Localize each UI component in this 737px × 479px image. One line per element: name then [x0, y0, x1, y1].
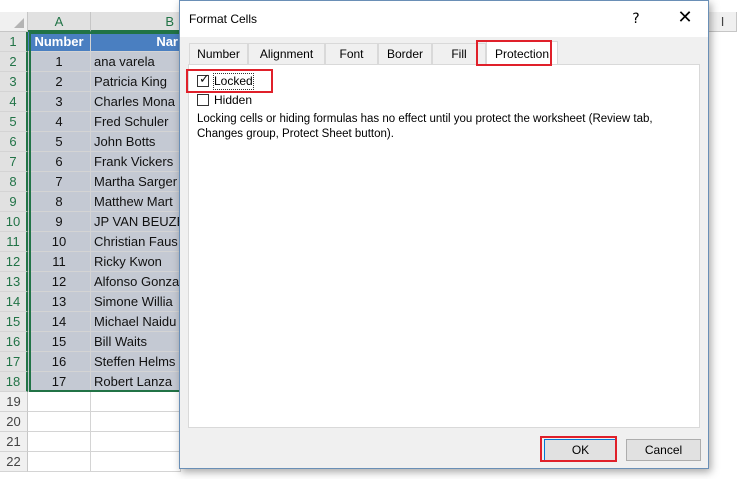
row-header[interactable]: 11 [0, 232, 28, 252]
header-cell-number[interactable]: Number [28, 32, 91, 52]
table-cell-number[interactable]: 11 [28, 252, 91, 272]
row-header[interactable]: 14 [0, 292, 28, 312]
row-header[interactable]: 21 [0, 432, 28, 452]
row-header[interactable]: 6 [0, 132, 28, 152]
table-cell-name[interactable]: Charles Mona [91, 92, 181, 112]
empty-cell[interactable] [28, 412, 91, 432]
row-header[interactable]: 9 [0, 192, 28, 212]
row-header[interactable]: 4 [0, 92, 28, 112]
dialog-titlebar[interactable]: Format Cells ? ✕ [180, 1, 708, 37]
protection-panel: ✓ Locked Hidden Locking cells or hiding … [188, 64, 700, 428]
empty-cell[interactable] [91, 432, 181, 452]
row-header[interactable]: 15 [0, 312, 28, 332]
cancel-button[interactable]: Cancel [626, 439, 701, 461]
table-cell-number[interactable]: 2 [28, 72, 91, 92]
tab-alignment[interactable]: Alignment [248, 43, 325, 65]
table-cell-number[interactable]: 6 [28, 152, 91, 172]
table-cell-number[interactable]: 12 [28, 272, 91, 292]
tab-number[interactable]: Number [189, 43, 248, 65]
row-header[interactable]: 17 [0, 352, 28, 372]
table-cell-number[interactable]: 1 [28, 52, 91, 72]
column-header-a[interactable]: A [28, 12, 91, 32]
tab-fill[interactable]: Fill [432, 43, 486, 65]
row-header[interactable]: 12 [0, 252, 28, 272]
empty-cell[interactable] [28, 432, 91, 452]
row-header[interactable]: 19 [0, 392, 28, 412]
help-button[interactable]: ? [616, 7, 656, 31]
empty-cell[interactable] [91, 452, 181, 472]
row-header[interactable]: 22 [0, 452, 28, 472]
protection-note: Locking cells or hiding formulas has no … [197, 113, 653, 140]
table-cell-number[interactable]: 10 [28, 232, 91, 252]
dialog-title: Format Cells [189, 12, 258, 26]
table-cell-name[interactable]: Alfonso Gonza [91, 272, 181, 292]
table-cell-name[interactable]: Martha Sarger [91, 172, 181, 192]
table-cell-name[interactable]: Michael Naidu [91, 312, 181, 332]
row-header[interactable]: 8 [0, 172, 28, 192]
table-cell-number[interactable]: 4 [28, 112, 91, 132]
table-cell-number[interactable]: 13 [28, 292, 91, 312]
table-cell-name[interactable]: Fred Schuler [91, 112, 181, 132]
empty-cell[interactable] [28, 452, 91, 472]
locked-checkbox[interactable]: ✓ [197, 71, 210, 87]
table-cell-name[interactable]: Simone Willia [91, 292, 181, 312]
row-header[interactable]: 3 [0, 72, 28, 92]
table-cell-name[interactable]: Christian Faus [91, 232, 181, 252]
table-cell-name[interactable]: JP VAN BEUZE [91, 212, 181, 232]
table-cell-name[interactable]: Ricky Kwon [91, 252, 181, 272]
row-header[interactable]: 5 [0, 112, 28, 132]
table-cell-number[interactable]: 5 [28, 132, 91, 152]
table-cell-name[interactable]: Bill Waits [91, 332, 181, 352]
table-cell-number[interactable]: 17 [28, 372, 91, 392]
table-cell-name[interactable]: ana varela [91, 52, 181, 72]
header-cell-name[interactable]: Nar [91, 32, 181, 52]
tab-protection[interactable]: Protection [486, 41, 558, 66]
table-cell-number[interactable]: 15 [28, 332, 91, 352]
row-header[interactable]: 16 [0, 332, 28, 352]
table-cell-number[interactable]: 14 [28, 312, 91, 332]
row-header[interactable]: 2 [0, 52, 28, 72]
row-header[interactable]: 10 [0, 212, 28, 232]
format-cells-dialog: Format Cells ? ✕ Number Alignment Font B… [179, 0, 709, 469]
table-cell-name[interactable]: Frank Vickers [91, 152, 181, 172]
table-cell-number[interactable]: 7 [28, 172, 91, 192]
column-header-i[interactable]: I [709, 12, 737, 32]
hidden-label[interactable]: Hidden [214, 93, 252, 108]
table-cell-number[interactable]: 8 [28, 192, 91, 212]
hidden-checkbox[interactable] [197, 94, 209, 106]
table-cell-name[interactable]: Steffen Helms [91, 352, 181, 372]
locked-label[interactable]: Locked [213, 73, 254, 90]
row-header[interactable]: 1 [0, 32, 28, 52]
table-cell-name[interactable]: Patricia King [91, 72, 181, 92]
table-cell-number[interactable]: 9 [28, 212, 91, 232]
table-cell-number[interactable]: 16 [28, 352, 91, 372]
tab-font[interactable]: Font [325, 43, 378, 65]
empty-cell[interactable] [91, 412, 181, 432]
tab-border[interactable]: Border [378, 43, 432, 65]
row-header[interactable]: 7 [0, 152, 28, 172]
close-button[interactable]: ✕ [665, 5, 705, 31]
checkmark-icon: ✓ [199, 71, 210, 86]
row-header[interactable]: 20 [0, 412, 28, 432]
empty-cell[interactable] [28, 392, 91, 412]
table-cell-name[interactable]: Robert Lanza [91, 372, 181, 392]
column-header-b[interactable]: B [91, 12, 181, 32]
row-header[interactable]: 18 [0, 372, 28, 392]
table-cell-name[interactable]: John Botts [91, 132, 181, 152]
row-header[interactable]: 13 [0, 272, 28, 292]
table-cell-number[interactable]: 3 [28, 92, 91, 112]
empty-cell[interactable] [91, 392, 181, 412]
table-cell-name[interactable]: Matthew Mart [91, 192, 181, 212]
ok-button[interactable]: OK [544, 439, 617, 461]
select-all-corner[interactable] [0, 12, 28, 32]
